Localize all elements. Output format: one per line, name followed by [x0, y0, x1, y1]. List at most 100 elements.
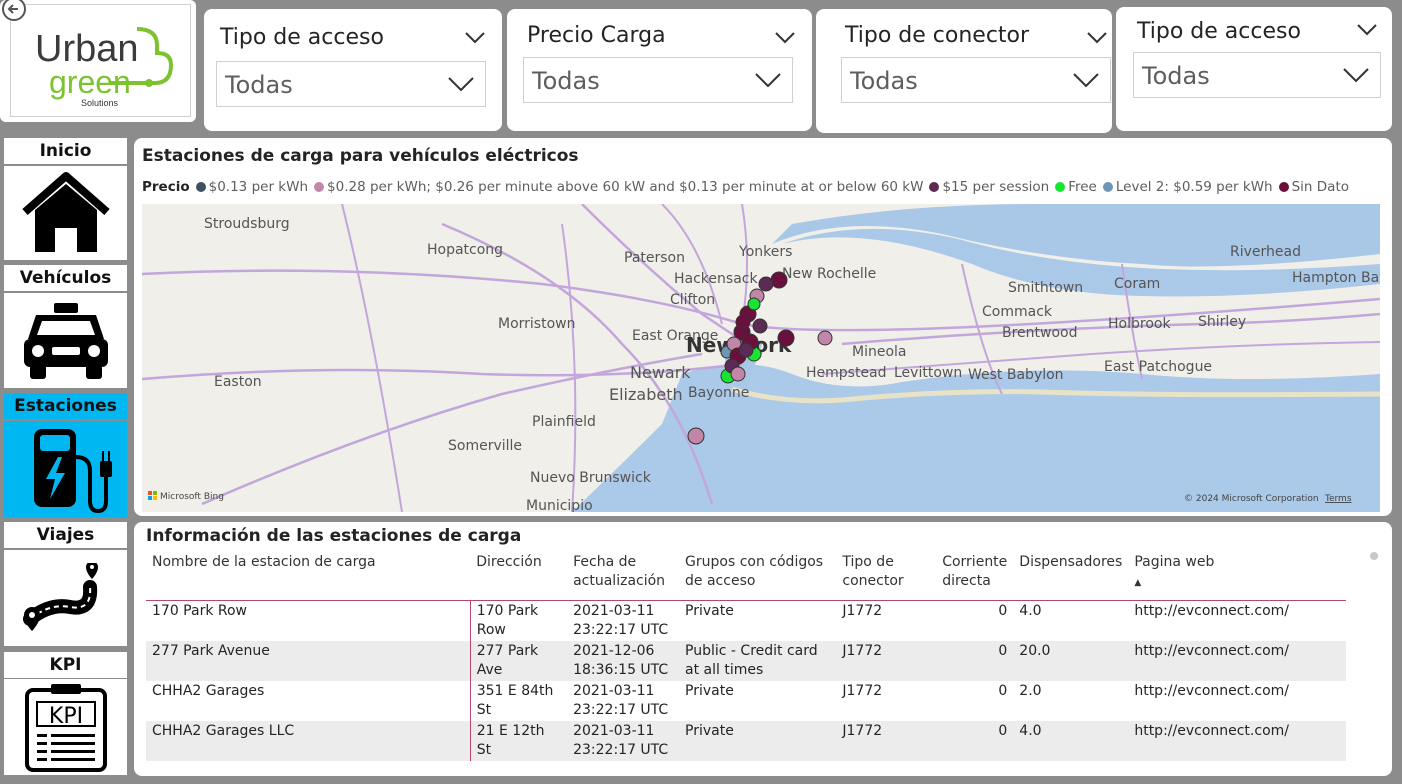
route-icon: [22, 563, 98, 631]
slicer-tipo-acceso-2[interactable]: Tipo de acceso Todas: [1116, 7, 1392, 131]
cell-address: 351 E 84th St: [469, 680, 568, 721]
nav-label-viajes[interactable]: Viajes: [4, 522, 127, 548]
legend-dot: [195, 182, 206, 192]
legend-title: Precio: [142, 179, 190, 195]
slicer-precio-carga[interactable]: Precio Carga Todas: [507, 9, 812, 131]
cell-website[interactable]: http://evconnect.com/: [1128, 600, 1346, 641]
table-row[interactable]: CHHA2 Garages 351 E 84th St 2021-03-11 2…: [146, 680, 1346, 721]
chevron-down-icon[interactable]: [1356, 21, 1378, 37]
place-label: Smithtown: [1008, 280, 1083, 296]
legend-item[interactable]: $0.13 per kWh: [195, 179, 308, 195]
column-header[interactable]: Tipo de conector: [836, 552, 937, 601]
legend-item[interactable]: Sin Dato: [1278, 179, 1349, 195]
cell-website[interactable]: http://evconnect.com/: [1128, 640, 1346, 681]
cell-access-group: Private: [685, 682, 734, 699]
place-label: Hempstead: [806, 365, 887, 381]
map-copyright: © 2024 Microsoft Corporation: [1184, 494, 1319, 504]
kpi-clipboard-icon: KPI: [24, 684, 107, 772]
place-label: Elizabeth: [609, 385, 683, 404]
cell-website[interactable]: http://evconnect.com/: [1128, 720, 1346, 761]
table-title: Información de las estaciones de carga: [146, 526, 522, 546]
table-row[interactable]: 277 Park Avenue 277 Park Ave 2021-12-06 …: [146, 640, 1346, 681]
table-row[interactable]: 170 Park Row 170 Park Row 2021-03-11 23:…: [146, 600, 1346, 641]
cell-dispensers: 4.0: [1019, 602, 1042, 619]
sort-ascending-icon: ▲: [1134, 578, 1142, 588]
svg-text:Solutions: Solutions: [81, 98, 119, 108]
legend-item[interactable]: Free: [1055, 179, 1097, 195]
column-header[interactable]: Pagina web ▲: [1128, 552, 1346, 601]
nav-button-inicio[interactable]: [4, 166, 127, 260]
slicer-tipo-conector[interactable]: Tipo de conector Todas: [816, 9, 1112, 133]
chevron-down-icon[interactable]: [464, 29, 486, 45]
legend-item[interactable]: $15 per session: [929, 179, 1049, 195]
cell-dc: 0: [936, 720, 1014, 761]
column-header[interactable]: Grupos con códigos de acceso: [679, 552, 837, 601]
chevron-down-icon: [1343, 68, 1369, 83]
slicer-title: Tipo de acceso: [1137, 19, 1301, 44]
nav-button-vehiculos[interactable]: [4, 293, 127, 388]
cell-address: 277 Park Ave: [469, 640, 568, 681]
table-header-row: Nombre de la estacion de carga Dirección…: [146, 552, 1346, 601]
column-header[interactable]: Nombre de la estacion de carga: [146, 552, 471, 601]
cell-station-name: 170 Park Row: [152, 602, 247, 619]
chevron-down-icon[interactable]: [1086, 29, 1108, 45]
nav-label-estaciones[interactable]: Estaciones: [4, 393, 127, 419]
slicer-dropdown[interactable]: Todas: [523, 57, 793, 103]
cell-address: 170 Park Row: [469, 600, 568, 641]
slicer-value: Todas: [850, 67, 918, 95]
place-label: Easton: [214, 374, 262, 390]
slicer-tipo-acceso-1[interactable]: Tipo de acceso Todas: [204, 9, 502, 131]
nav-label-vehiculos[interactable]: Vehículos: [4, 265, 127, 291]
slicer-dropdown[interactable]: Todas: [841, 57, 1111, 103]
slicer-value: Todas: [225, 71, 293, 99]
back-arrow-icon[interactable]: [0, 0, 30, 24]
table-row[interactable]: CHHA2 Garages LLC 21 E 12th St 2021-03-1…: [146, 720, 1346, 761]
column-header[interactable]: Dirección: [470, 552, 568, 601]
bing-logo: Microsoft Bing: [148, 491, 224, 502]
cell-access-group: Private: [679, 720, 837, 761]
place-label: Mineola: [852, 344, 907, 360]
slicer-title: Tipo de conector: [845, 23, 1030, 48]
slicer-title: Tipo de acceso: [220, 25, 384, 50]
cell-dispensers: 20.0: [1013, 640, 1129, 681]
place-label: Bayonne: [688, 385, 749, 401]
svg-text:green: green: [49, 64, 131, 100]
cell-connector: J1772: [842, 682, 883, 699]
place-label: Commack: [982, 304, 1053, 320]
place-label: Stroudsburg: [204, 216, 290, 232]
place-label: Brentwood: [1002, 325, 1078, 341]
nav-button-viajes[interactable]: [4, 550, 127, 646]
svg-text:Microsoft Bing: Microsoft Bing: [160, 492, 224, 502]
map-legend: Precio $0.13 per kWh $0.28 per kWh; $0.2…: [142, 179, 1355, 195]
cell-station-name: CHHA2 Garages: [152, 682, 265, 699]
cell-dc: 0: [998, 602, 1008, 619]
cell-connector: J1772: [836, 640, 937, 681]
legend-dot: [929, 182, 940, 192]
nav-button-kpi[interactable]: KPI: [4, 679, 127, 775]
cell-updated: 2021-03-11 23:22:17 UTC: [573, 682, 669, 718]
legend-item[interactable]: $0.28 per kWh; $0.26 per minute above 60…: [314, 179, 923, 195]
cell-dispensers: 4.0: [1013, 720, 1129, 761]
place-label: West Babylon: [968, 367, 1064, 383]
slicer-value: Todas: [1142, 62, 1210, 90]
column-header[interactable]: Dispensadores: [1013, 552, 1129, 601]
slicer-dropdown[interactable]: Todas: [216, 61, 486, 107]
terms-link[interactable]: Terms: [1324, 494, 1352, 504]
place-label: Plainfield: [532, 414, 596, 430]
cell-website[interactable]: http://evconnect.com/: [1128, 681, 1346, 721]
scrollbar-thumb[interactable]: [1370, 552, 1378, 560]
chevron-down-icon[interactable]: [774, 29, 796, 45]
cell-connector: J1772: [842, 602, 883, 619]
column-header[interactable]: Fecha de actualización: [567, 552, 680, 601]
column-header[interactable]: Corriente directa: [936, 552, 1014, 601]
place-label: Hopatcong: [427, 242, 503, 258]
nav-label-kpi[interactable]: KPI: [4, 652, 127, 678]
legend-item[interactable]: Level 2: $0.59 per kWh: [1102, 179, 1273, 195]
slicer-dropdown[interactable]: Todas: [1133, 52, 1381, 98]
place-label: Somerville: [448, 438, 522, 454]
map-canvas[interactable]: Stroudsburg Hopatcong Paterson Yonkers H…: [142, 204, 1380, 512]
nav-label-inicio[interactable]: Inicio: [4, 138, 127, 164]
nav-button-estaciones[interactable]: [4, 421, 127, 517]
legend-label: Level 2: $0.59 per kWh: [1115, 179, 1273, 195]
chevron-down-icon: [448, 77, 474, 92]
